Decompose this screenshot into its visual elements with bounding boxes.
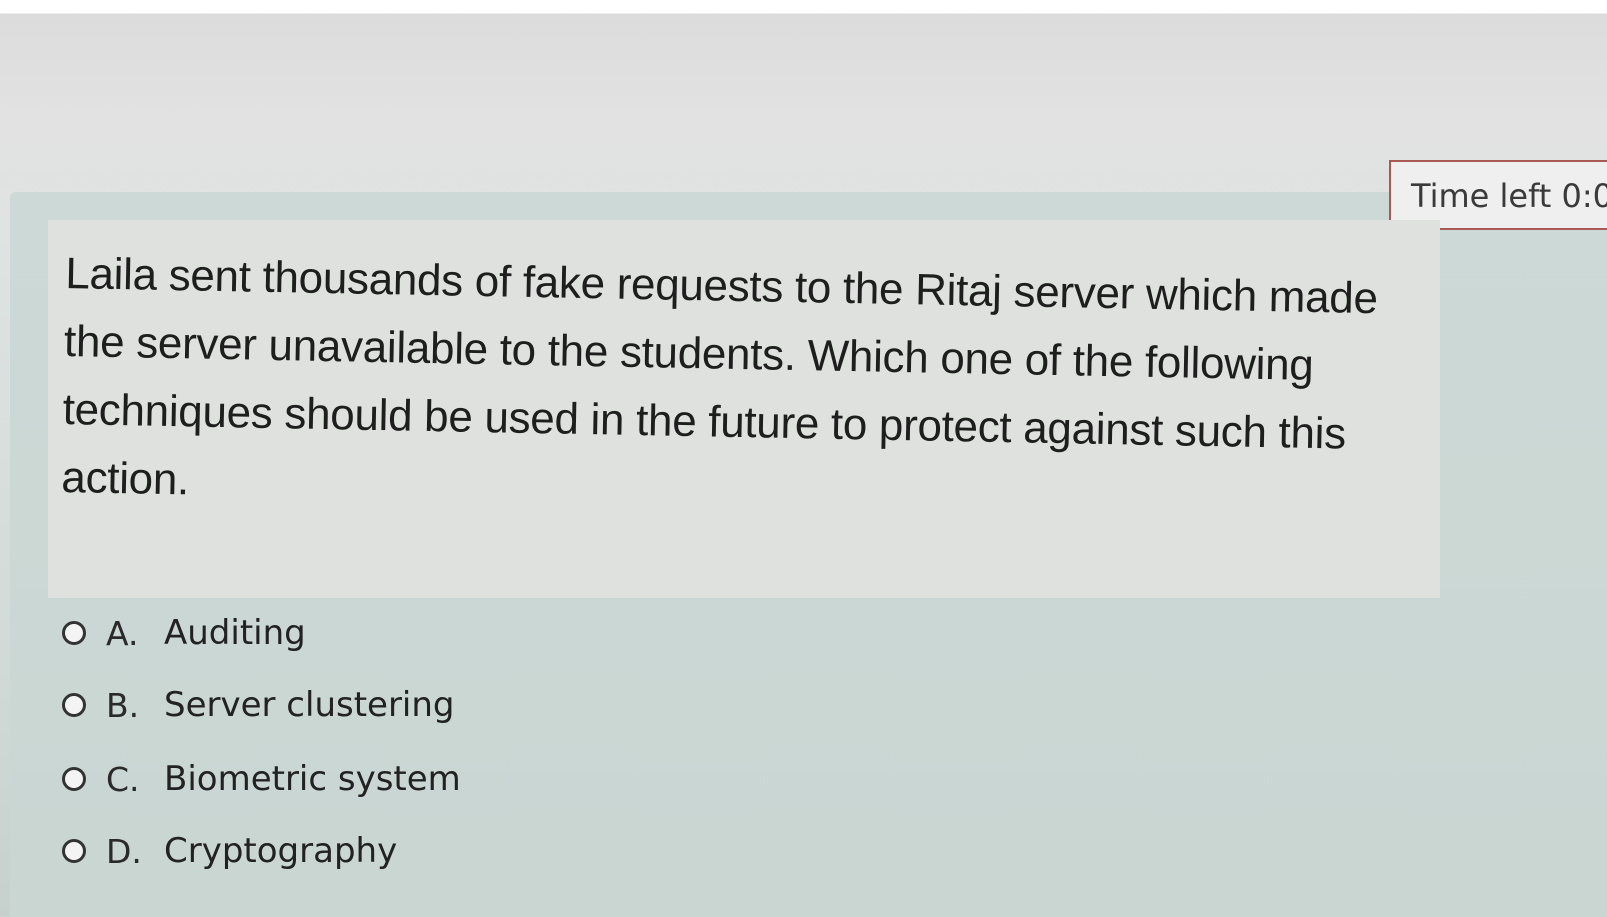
option-b[interactable]: B. Server clustering bbox=[62, 680, 455, 730]
option-d[interactable]: D. Cryptography bbox=[62, 826, 397, 876]
option-a[interactable]: A. Auditing bbox=[62, 608, 306, 658]
option-b-text: Server clustering bbox=[164, 685, 455, 725]
question-text: Laila sent thousands of fake requests to… bbox=[60, 248, 1379, 505]
option-b-letter: B. bbox=[106, 685, 140, 725]
option-d-text: Cryptography bbox=[164, 831, 398, 871]
option-c[interactable]: C. Biometric system bbox=[62, 754, 461, 804]
radio-button-b[interactable] bbox=[62, 693, 86, 717]
option-c-letter: C. bbox=[106, 759, 140, 799]
option-c-text: Biometric system bbox=[164, 759, 461, 799]
radio-button-d[interactable] bbox=[62, 839, 86, 863]
screen-top-edge bbox=[0, 0, 1607, 13]
option-d-letter: D. bbox=[106, 831, 142, 871]
radio-button-a[interactable] bbox=[62, 621, 86, 645]
question-box: Laila sent thousands of fake requests to… bbox=[48, 220, 1440, 598]
option-a-text: Auditing bbox=[164, 613, 306, 653]
option-a-letter: A. bbox=[106, 613, 139, 653]
radio-button-c[interactable] bbox=[62, 767, 86, 791]
time-left-label: Time left 0:09 bbox=[1411, 177, 1607, 215]
